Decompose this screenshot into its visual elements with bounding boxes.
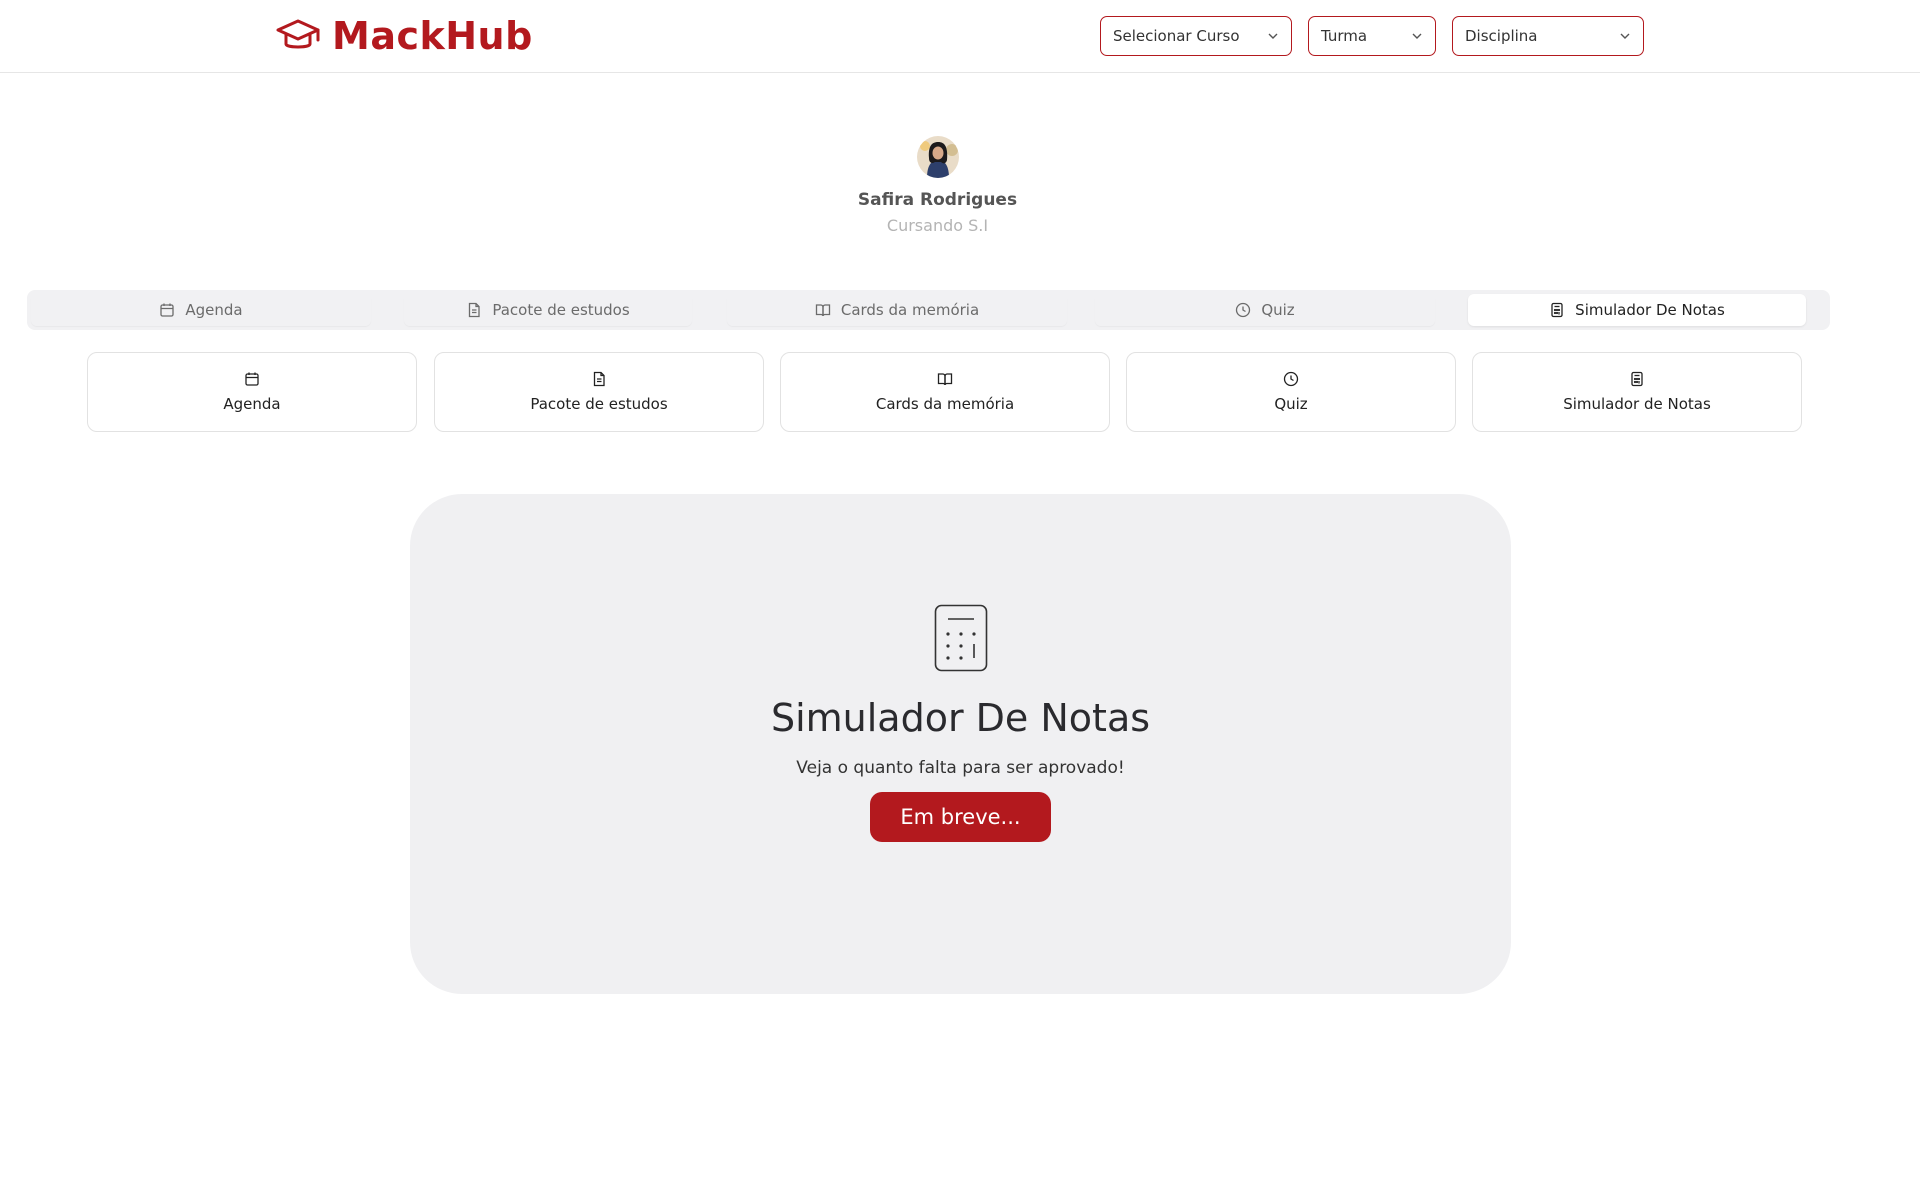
user-profile: Safira Rodrigues Cursando S.I — [0, 136, 1875, 235]
card-quiz[interactable]: Quiz — [1126, 352, 1456, 432]
tab-label: Simulador De Notas — [1575, 301, 1725, 319]
document-icon — [466, 302, 482, 318]
graduation-cap-icon — [276, 16, 320, 56]
em-breve-button[interactable]: Em breve... — [870, 792, 1051, 842]
tab-label: Agenda — [185, 301, 243, 319]
card-agenda[interactable]: Agenda — [87, 352, 417, 432]
calculator-icon — [934, 604, 988, 672]
card-label: Cards da memória — [875, 395, 1015, 413]
disciplina-select[interactable]: Disciplina — [1452, 16, 1644, 56]
book-open-icon — [937, 371, 953, 387]
curso-select[interactable]: Selecionar Curso — [1100, 16, 1292, 56]
clock-icon — [1235, 302, 1251, 318]
chevron-down-icon — [1619, 30, 1631, 42]
panel-subtitle: Veja o quanto falta para ser aprovado! — [796, 758, 1125, 778]
tab-cards-da-memoria[interactable]: Cards da memória — [727, 294, 1067, 326]
calculator-icon — [1549, 302, 1565, 318]
turma-select[interactable]: Turma — [1308, 16, 1436, 56]
tab-quiz[interactable]: Quiz — [1095, 294, 1435, 326]
tab-label: Quiz — [1261, 301, 1295, 319]
tab-label: Cards da memória — [840, 301, 980, 319]
chevron-down-icon — [1267, 30, 1279, 42]
tab-agenda[interactable]: Agenda — [31, 294, 371, 326]
calendar-icon — [244, 371, 260, 387]
brand-name: MackHub — [332, 14, 533, 58]
avatar[interactable] — [916, 136, 959, 178]
brand-logo[interactable]: MackHub — [276, 14, 533, 58]
turma-select-value: Turma — [1321, 27, 1368, 45]
card-label: Pacote de estudos — [530, 395, 668, 413]
disciplina-select-value: Disciplina — [1465, 27, 1538, 45]
tab-simulador-de-notas[interactable]: Simulador De Notas — [1468, 294, 1806, 326]
profile-name: Safira Rodrigues — [857, 190, 1018, 210]
tab-bar: Agenda Pacote de estudos Cards da memóri… — [27, 290, 1830, 330]
card-label: Quiz — [1274, 395, 1308, 413]
tab-label: Pacote de estudos — [492, 301, 630, 319]
chevron-down-icon — [1411, 30, 1423, 42]
panel-title: Simulador De Notas — [770, 696, 1151, 740]
document-icon — [591, 371, 607, 387]
card-label: Simulador de Notas — [1563, 395, 1711, 413]
curso-select-value: Selecionar Curso — [1113, 27, 1240, 45]
card-simulador-de-notas[interactable]: Simulador de Notas — [1472, 352, 1802, 432]
top-header: MackHub Selecionar Curso Turma Disciplin… — [0, 0, 1920, 73]
profile-subtitle: Cursando S.I — [886, 216, 989, 235]
simulador-panel: Simulador De Notas Veja o quanto falta p… — [410, 494, 1511, 994]
book-open-icon — [815, 302, 831, 318]
card-cards-da-memoria[interactable]: Cards da memória — [780, 352, 1110, 432]
card-pacote-de-estudos[interactable]: Pacote de estudos — [434, 352, 764, 432]
tab-pacote-de-estudos[interactable]: Pacote de estudos — [404, 294, 692, 326]
clock-icon — [1283, 371, 1299, 387]
card-label: Agenda — [223, 395, 281, 413]
calendar-icon — [159, 302, 175, 318]
calculator-icon — [1629, 371, 1645, 387]
